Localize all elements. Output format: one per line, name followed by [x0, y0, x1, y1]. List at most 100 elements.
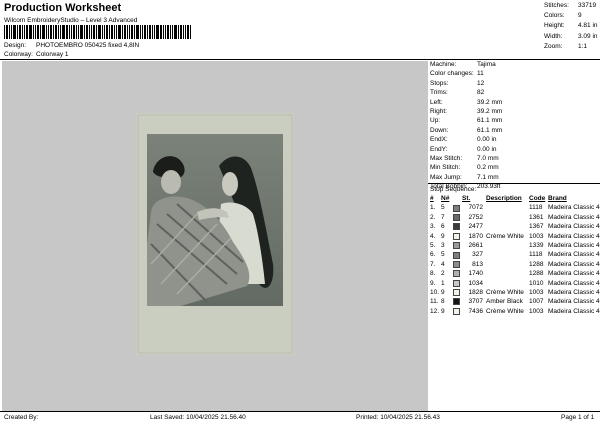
barcode-bar [71, 25, 72, 39]
stop-index: 10. [430, 288, 440, 296]
stop-index: 8. [430, 270, 436, 278]
footer: Created By: Last Saved: 10/04/2025 21.56… [0, 412, 600, 424]
barcode-bar [156, 25, 159, 39]
stat-row: Up: 61.1 mm [430, 116, 598, 125]
color-swatch [453, 251, 460, 259]
stop-brand: Madeira Classic 40 [548, 241, 600, 249]
stop-brand: Madeira Classic 40 [548, 298, 600, 306]
stat-row: Max Stitch: 7.0 mm [430, 154, 598, 163]
stop-row: 4. 9 1870 Crème White 1003 Madeira Classic 40 [430, 232, 600, 241]
summary-value: 3.09 in [578, 32, 598, 40]
stop-index: 1. [430, 204, 436, 212]
stop-sequence-header-row: # N# St. Description Code Brand [430, 194, 600, 203]
color-swatch [453, 232, 460, 240]
col-header-stitches: St. [462, 195, 471, 202]
stop-brand: Madeira Classic 40 [548, 260, 600, 268]
stat-row: Max Jump: 7.1 mm [430, 173, 598, 182]
barcode-bar [154, 25, 155, 39]
barcode-bar [11, 25, 12, 39]
stat-row: Stops: 12 [430, 79, 598, 88]
stat-label: Max Jump: [430, 173, 462, 181]
color-swatch [453, 270, 460, 278]
barcode-bar [26, 25, 28, 39]
barcode-bar [109, 25, 110, 39]
colorway-label: Colorway: [4, 51, 33, 58]
stat-row: Down: 61.1 mm [430, 126, 598, 135]
stop-brand: Madeira Classic 40 [548, 270, 600, 278]
stop-code: 1118 [529, 251, 543, 259]
col-header-description: Description [486, 195, 522, 202]
stat-label: Up: [430, 117, 441, 125]
barcode-bar [190, 25, 191, 39]
summary-label: Stitches: [544, 2, 569, 9]
barcode-bar [89, 25, 90, 39]
stat-value: 0.2 mm [477, 164, 499, 172]
stop-stitches: 7436 [468, 307, 483, 315]
barcode-bar [24, 25, 25, 39]
summary-panel: Stitches: 33719 Colors: 9 Height: 4.81 in Widt… [544, 1, 600, 52]
stat-row: Machine: Tajima [430, 60, 598, 69]
stop-brand: Madeira Classic 40 [548, 213, 600, 221]
stop-code: 1361 [529, 213, 544, 221]
stop-index: 3. [430, 223, 436, 231]
stat-label: Color changes: [430, 70, 474, 78]
barcode-bar [114, 25, 115, 39]
stat-row: EndY: 0.00 in [430, 145, 598, 154]
stop-description: Crème White [486, 307, 524, 315]
stop-row: 2. 7 2752 1361 Madeira Classic 40 [430, 213, 600, 222]
color-swatch [453, 279, 460, 287]
stop-stitches: 2661 [468, 241, 483, 249]
software-subtitle: Wilcom EmbroideryStudio – Level 3 Advanc… [4, 17, 138, 24]
stop-code: 1339 [529, 241, 544, 249]
stop-description [486, 269, 529, 278]
stats-divider [428, 183, 600, 184]
summary-label: Width: [544, 32, 563, 40]
barcode-bar [76, 25, 77, 39]
stop-row: 1. 5 7072 1118 Madeira Classic 40 [430, 203, 600, 212]
created-by: Created By: [4, 414, 39, 421]
stop-stitches: 813 [472, 260, 483, 268]
summary-value: 33719 [578, 2, 597, 9]
color-swatch [453, 260, 460, 268]
stop-index: 11. [430, 298, 439, 306]
stop-code: 1367 [529, 223, 544, 231]
stat-value: 7.0 mm [477, 154, 499, 162]
stat-value: 0.00 in [477, 136, 497, 144]
barcode-bar [104, 25, 105, 39]
summary-row: Colors: 9 [544, 11, 600, 21]
barcode-bar [180, 25, 182, 39]
barcode-bar [60, 25, 61, 39]
barcode-bar [42, 25, 45, 39]
barcode-bar [53, 25, 54, 39]
stop-brand: Madeira Classic 40 [548, 204, 600, 212]
summary-label: Height: [544, 22, 565, 30]
col-header-index: # [430, 195, 434, 202]
barcode-bar [111, 25, 113, 39]
barcode-bar [13, 25, 16, 39]
summary-row: Stitches: 33719 [544, 1, 600, 11]
stop-needle: 4 [441, 260, 445, 268]
stop-row: 6. 5 327 1118 Madeira Classic 40 [430, 250, 600, 259]
stop-description [486, 222, 529, 231]
stat-row: Min Stitch: 0.2 mm [430, 163, 598, 172]
stop-stitches: 7072 [468, 204, 483, 212]
stop-needle: 8 [441, 298, 445, 306]
stop-brand: Madeira Classic 40 [548, 223, 600, 231]
stop-code: 1288 [529, 270, 544, 278]
summary-label: Zoom: [544, 42, 563, 50]
stat-value: 7.1 mm [477, 173, 499, 181]
summary-value: 9 [578, 12, 582, 20]
stop-index: 9. [430, 279, 436, 287]
stop-stitches: 1870 [468, 232, 483, 240]
col-header-needle: N# [441, 195, 450, 202]
last-saved: Last Saved: 10/04/2025 21.56.40 [150, 414, 246, 421]
barcode-bar [6, 25, 8, 39]
barcode-bar [167, 25, 169, 39]
stop-row: 10. 9 1828 Crème White 1003 Madeira Classic 4… [430, 288, 600, 297]
barcode-bar [58, 25, 59, 39]
color-swatch [453, 307, 460, 315]
stop-brand: Madeira Classic 40 [548, 232, 600, 240]
printed-time: Printed: 10/04/2025 21.56.43 [356, 414, 440, 421]
stat-label: EndX: [430, 136, 448, 144]
stat-label: Right: [430, 107, 447, 115]
